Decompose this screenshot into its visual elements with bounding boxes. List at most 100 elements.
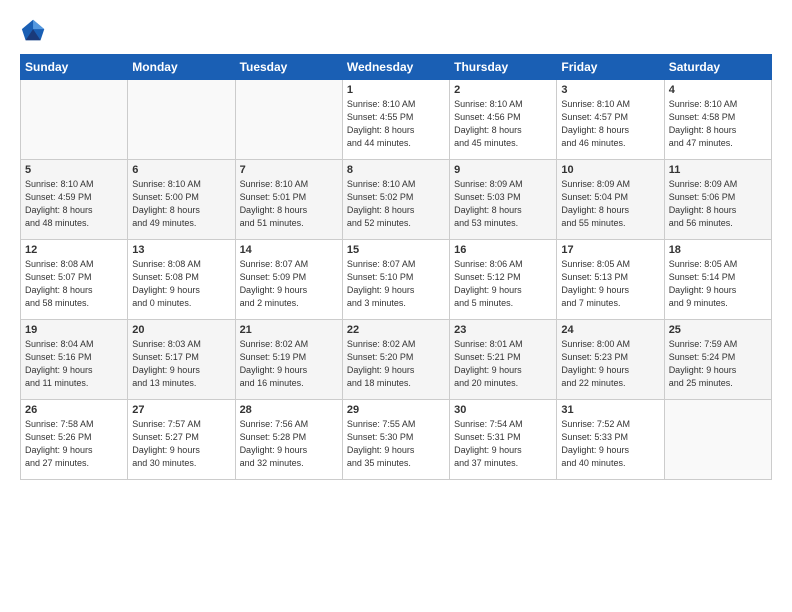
calendar-cell: 23 Sunrise: 8:01 AM Sunset: 5:21 PM Dayli…	[450, 320, 557, 400]
calendar-cell: 7 Sunrise: 8:10 AM Sunset: 5:01 PM Daylig…	[235, 160, 342, 240]
calendar-cell: 10 Sunrise: 8:09 AM Sunset: 5:04 PM Dayli…	[557, 160, 664, 240]
day-number: 12	[25, 244, 123, 256]
day-number: 30	[454, 404, 552, 416]
weekday-header-wednesday: Wednesday	[342, 55, 449, 80]
day-number: 16	[454, 244, 552, 256]
day-info: Sunrise: 7:56 AM Sunset: 5:28 PM Dayligh…	[240, 418, 338, 470]
day-number: 24	[561, 324, 659, 336]
day-info: Sunrise: 8:08 AM Sunset: 5:08 PM Dayligh…	[132, 258, 230, 310]
day-number: 31	[561, 404, 659, 416]
day-info: Sunrise: 8:10 AM Sunset: 5:01 PM Dayligh…	[240, 178, 338, 230]
day-number: 7	[240, 164, 338, 176]
day-number: 4	[669, 84, 767, 96]
day-info: Sunrise: 7:52 AM Sunset: 5:33 PM Dayligh…	[561, 418, 659, 470]
calendar-cell: 17 Sunrise: 8:05 AM Sunset: 5:13 PM Dayli…	[557, 240, 664, 320]
calendar-cell: 30 Sunrise: 7:54 AM Sunset: 5:31 PM Dayli…	[450, 400, 557, 480]
calendar-cell: 12 Sunrise: 8:08 AM Sunset: 5:07 PM Dayli…	[21, 240, 128, 320]
day-info: Sunrise: 8:10 AM Sunset: 4:55 PM Dayligh…	[347, 98, 445, 150]
calendar-cell: 2Sunrise: 8:10 AM Sunset: 4:56 PM Daylig…	[450, 80, 557, 160]
calendar-cell: 5Sunrise: 8:10 AM Sunset: 4:59 PM Daylig…	[21, 160, 128, 240]
calendar-cell: 25 Sunrise: 7:59 AM Sunset: 5:24 PM Dayli…	[664, 320, 771, 400]
day-info: Sunrise: 8:09 AM Sunset: 5:06 PM Dayligh…	[669, 178, 767, 230]
weekday-header-tuesday: Tuesday	[235, 55, 342, 80]
day-number: 8	[347, 164, 445, 176]
calendar-cell	[128, 80, 235, 160]
day-number: 10	[561, 164, 659, 176]
day-info: Sunrise: 7:54 AM Sunset: 5:31 PM Dayligh…	[454, 418, 552, 470]
day-info: Sunrise: 8:01 AM Sunset: 5:21 PM Dayligh…	[454, 338, 552, 390]
calendar-cell: 16 Sunrise: 8:06 AM Sunset: 5:12 PM Dayli…	[450, 240, 557, 320]
day-info: Sunrise: 8:06 AM Sunset: 5:12 PM Dayligh…	[454, 258, 552, 310]
logo-icon	[20, 16, 48, 44]
calendar-cell: 26 Sunrise: 7:58 AM Sunset: 5:26 PM Dayli…	[21, 400, 128, 480]
day-info: Sunrise: 8:05 AM Sunset: 5:13 PM Dayligh…	[561, 258, 659, 310]
day-info: Sunrise: 7:55 AM Sunset: 5:30 PM Dayligh…	[347, 418, 445, 470]
day-info: Sunrise: 8:07 AM Sunset: 5:10 PM Dayligh…	[347, 258, 445, 310]
calendar-cell: 3Sunrise: 8:10 AM Sunset: 4:57 PM Daylig…	[557, 80, 664, 160]
day-info: Sunrise: 8:02 AM Sunset: 5:19 PM Dayligh…	[240, 338, 338, 390]
day-number: 15	[347, 244, 445, 256]
calendar-cell	[235, 80, 342, 160]
calendar-cell: 24Sunrise: 8:00 AM Sunset: 5:23 PM Dayli…	[557, 320, 664, 400]
day-number: 13	[132, 244, 230, 256]
day-info: Sunrise: 8:09 AM Sunset: 5:03 PM Dayligh…	[454, 178, 552, 230]
day-number: 17	[561, 244, 659, 256]
calendar-cell	[21, 80, 128, 160]
header	[20, 16, 772, 44]
weekday-header-friday: Friday	[557, 55, 664, 80]
calendar-cell: 20Sunrise: 8:03 AM Sunset: 5:17 PM Dayli…	[128, 320, 235, 400]
day-info: Sunrise: 8:05 AM Sunset: 5:14 PM Dayligh…	[669, 258, 767, 310]
day-number: 5	[25, 164, 123, 176]
day-number: 27	[132, 404, 230, 416]
calendar-cell: 21Sunrise: 8:02 AM Sunset: 5:19 PM Dayli…	[235, 320, 342, 400]
day-number: 19	[25, 324, 123, 336]
day-info: Sunrise: 8:07 AM Sunset: 5:09 PM Dayligh…	[240, 258, 338, 310]
weekday-header-monday: Monday	[128, 55, 235, 80]
calendar-cell: 4 Sunrise: 8:10 AM Sunset: 4:58 PM Daylig…	[664, 80, 771, 160]
calendar-cell: 1 Sunrise: 8:10 AM Sunset: 4:55 PM Daylig…	[342, 80, 449, 160]
day-number: 18	[669, 244, 767, 256]
day-info: Sunrise: 7:58 AM Sunset: 5:26 PM Dayligh…	[25, 418, 123, 470]
weekday-header-row: SundayMondayTuesdayWednesdayThursdayFrid…	[21, 55, 772, 80]
day-info: Sunrise: 7:57 AM Sunset: 5:27 PM Dayligh…	[132, 418, 230, 470]
day-number: 6	[132, 164, 230, 176]
day-info: Sunrise: 8:02 AM Sunset: 5:20 PM Dayligh…	[347, 338, 445, 390]
logo	[20, 16, 52, 44]
calendar-cell: 28Sunrise: 7:56 AM Sunset: 5:28 PM Dayli…	[235, 400, 342, 480]
day-number: 29	[347, 404, 445, 416]
weekday-header-saturday: Saturday	[664, 55, 771, 80]
day-number: 9	[454, 164, 552, 176]
calendar-cell: 29 Sunrise: 7:55 AM Sunset: 5:30 PM Dayli…	[342, 400, 449, 480]
weekday-header-thursday: Thursday	[450, 55, 557, 80]
calendar-cell: 22Sunrise: 8:02 AM Sunset: 5:20 PM Dayli…	[342, 320, 449, 400]
day-info: Sunrise: 8:09 AM Sunset: 5:04 PM Dayligh…	[561, 178, 659, 230]
day-number: 2	[454, 84, 552, 96]
calendar-week-row: 26 Sunrise: 7:58 AM Sunset: 5:26 PM Dayli…	[21, 400, 772, 480]
calendar-table: SundayMondayTuesdayWednesdayThursdayFrid…	[20, 54, 772, 480]
day-info: Sunrise: 7:59 AM Sunset: 5:24 PM Dayligh…	[669, 338, 767, 390]
day-info: Sunrise: 8:10 AM Sunset: 5:02 PM Dayligh…	[347, 178, 445, 230]
calendar-week-row: 12 Sunrise: 8:08 AM Sunset: 5:07 PM Dayli…	[21, 240, 772, 320]
day-number: 11	[669, 164, 767, 176]
day-info: Sunrise: 8:10 AM Sunset: 5:00 PM Dayligh…	[132, 178, 230, 230]
calendar-cell: 18 Sunrise: 8:05 AM Sunset: 5:14 PM Dayli…	[664, 240, 771, 320]
day-info: Sunrise: 8:04 AM Sunset: 5:16 PM Dayligh…	[25, 338, 123, 390]
calendar-cell: 9 Sunrise: 8:09 AM Sunset: 5:03 PM Daylig…	[450, 160, 557, 240]
weekday-header-sunday: Sunday	[21, 55, 128, 80]
day-number: 26	[25, 404, 123, 416]
calendar-cell: 14 Sunrise: 8:07 AM Sunset: 5:09 PM Dayli…	[235, 240, 342, 320]
page-container: SundayMondayTuesdayWednesdayThursdayFrid…	[0, 0, 792, 490]
day-number: 23	[454, 324, 552, 336]
day-number: 25	[669, 324, 767, 336]
day-number: 1	[347, 84, 445, 96]
day-info: Sunrise: 8:10 AM Sunset: 4:58 PM Dayligh…	[669, 98, 767, 150]
calendar-week-row: 19 Sunrise: 8:04 AM Sunset: 5:16 PM Dayli…	[21, 320, 772, 400]
calendar-cell: 11 Sunrise: 8:09 AM Sunset: 5:06 PM Dayli…	[664, 160, 771, 240]
calendar-cell: 31 Sunrise: 7:52 AM Sunset: 5:33 PM Dayli…	[557, 400, 664, 480]
calendar-cell: 8 Sunrise: 8:10 AM Sunset: 5:02 PM Daylig…	[342, 160, 449, 240]
calendar-week-row: 1 Sunrise: 8:10 AM Sunset: 4:55 PM Daylig…	[21, 80, 772, 160]
calendar-cell: 19 Sunrise: 8:04 AM Sunset: 5:16 PM Dayli…	[21, 320, 128, 400]
day-number: 14	[240, 244, 338, 256]
day-info: Sunrise: 8:08 AM Sunset: 5:07 PM Dayligh…	[25, 258, 123, 310]
day-number: 3	[561, 84, 659, 96]
